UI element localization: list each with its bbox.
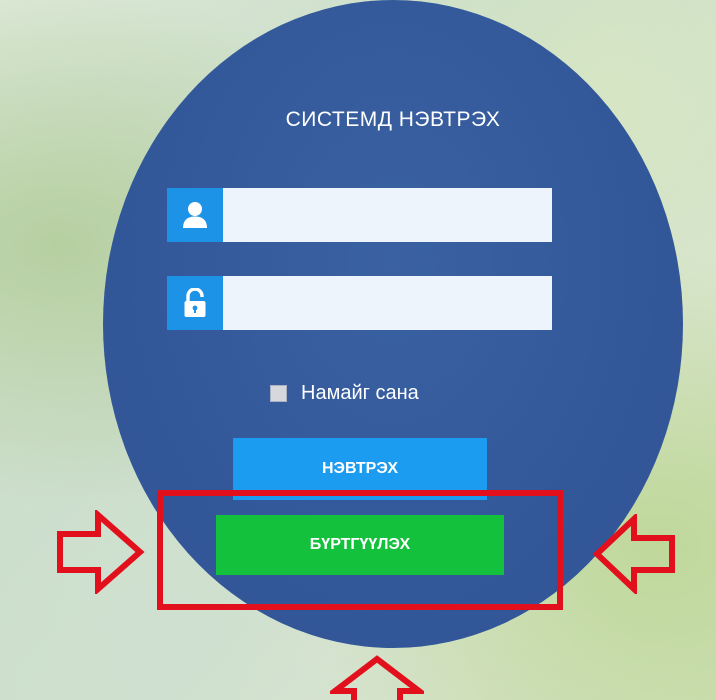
page-stage: СИСТЕМД НЭВТРЭХ Намайг сана НЭВТРЭХ БҮРТ…: [0, 0, 716, 700]
password-input[interactable]: [223, 276, 552, 330]
password-field: [167, 276, 552, 330]
username-field: [167, 188, 552, 242]
user-icon: [167, 188, 223, 242]
remember-me[interactable]: Намайг сана: [270, 382, 419, 405]
annotation-arrow-up-icon: [330, 655, 424, 700]
annotation-arrow-right-icon: [57, 510, 145, 594]
username-input[interactable]: [223, 188, 552, 242]
annotation-highlight-box: [157, 490, 563, 610]
remember-me-checkbox[interactable]: [270, 385, 287, 402]
login-title: СИСТЕМД НЭВТРЭХ: [285, 108, 501, 131]
annotation-arrow-left-icon: [592, 514, 675, 594]
lock-icon: [167, 276, 223, 330]
remember-me-label: Намайг сана: [301, 382, 419, 404]
